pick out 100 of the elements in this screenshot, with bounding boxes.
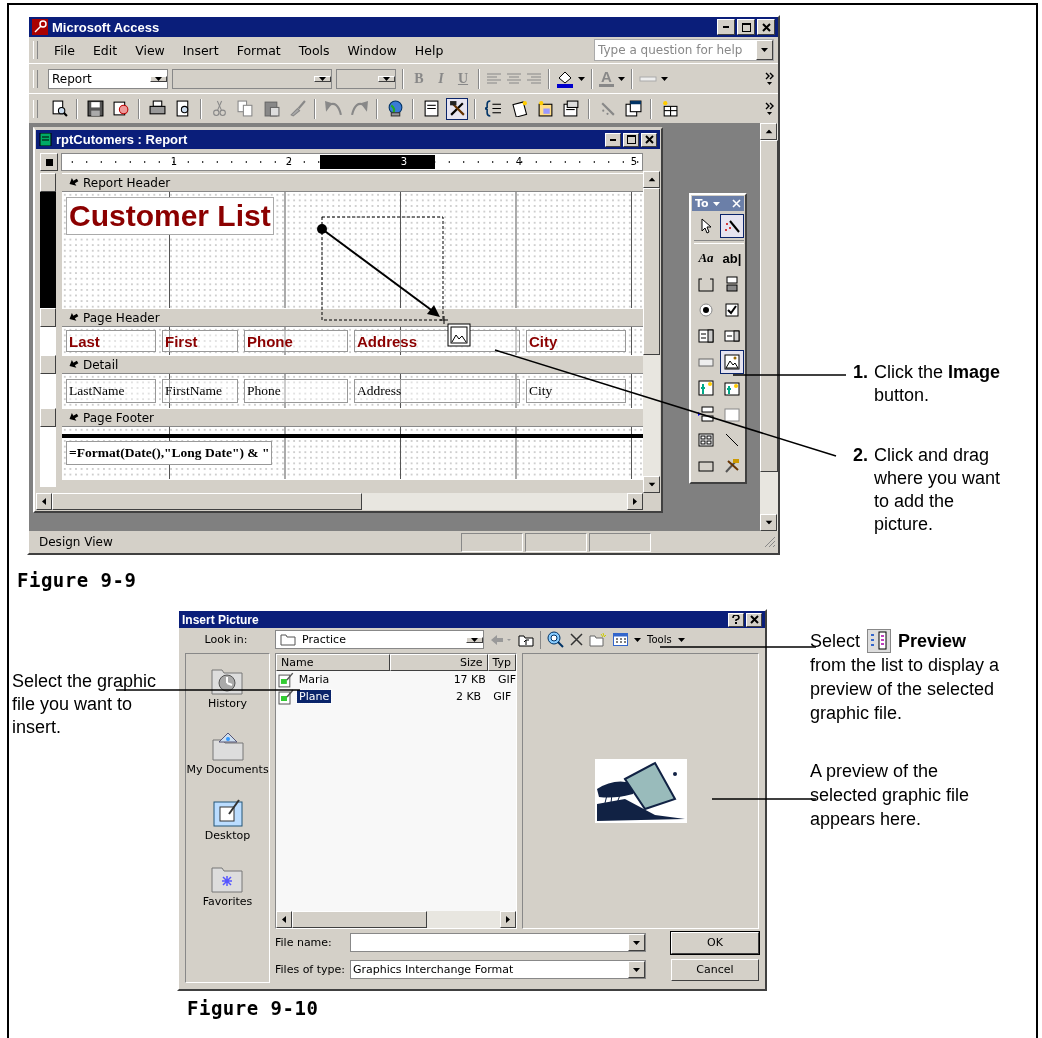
tool-button[interactable]: Aa [694, 246, 718, 270]
menu-item[interactable]: Tools [290, 40, 338, 60]
field-textbox[interactable]: Phone [244, 379, 348, 403]
toolbar-grip[interactable] [33, 99, 38, 118]
menu-item[interactable]: Format [228, 40, 289, 60]
more-tools-icon [724, 458, 740, 474]
question-mark-icon [732, 615, 740, 624]
tool-button[interactable]: ab| [720, 246, 744, 270]
maximize-button[interactable] [737, 19, 755, 35]
triangle-icon [282, 916, 286, 923]
menu-item[interactable]: Insert [174, 40, 227, 60]
places-item[interactable]: History [207, 664, 248, 710]
vertical-scrollbar[interactable] [760, 123, 778, 531]
combo-box-icon [698, 328, 714, 344]
column-label[interactable]: First [162, 330, 238, 352]
dropdown-button[interactable] [628, 961, 645, 978]
menu-item[interactable]: File [46, 40, 83, 60]
menu-item[interactable]: View [127, 40, 173, 60]
status-pane [461, 532, 523, 552]
menu-item[interactable]: Help [406, 40, 452, 60]
help-search-field[interactable]: Type a question for help [594, 39, 774, 61]
horizontal-scrollbar[interactable] [36, 493, 643, 510]
chevron-icon[interactable] [765, 71, 774, 86]
new-folder-icon[interactable] [589, 632, 607, 647]
toolbar-grip[interactable] [33, 41, 38, 59]
vertical-scrollbar[interactable] [643, 171, 660, 493]
maximize-button[interactable] [623, 132, 639, 147]
scroll-arrow-button[interactable] [276, 911, 292, 928]
caret-icon [761, 48, 768, 52]
dropdown-button[interactable] [378, 75, 395, 82]
minimize-icon [610, 138, 616, 141]
scroll-arrow-button[interactable] [627, 493, 643, 510]
views-list-icon [867, 629, 892, 653]
window-title: Microsoft Access [52, 19, 160, 35]
minimize-button[interactable] [605, 132, 621, 147]
minimize-button[interactable] [717, 19, 735, 35]
ok-button[interactable]: OK [671, 931, 759, 954]
look-in-combo-box[interactable]: Practice [275, 630, 484, 649]
paint-bucket-icon[interactable] [556, 69, 574, 88]
report-selector[interactable] [40, 153, 58, 171]
column-label[interactable]: Phone [244, 330, 348, 352]
horizontal-scrollbar[interactable] [276, 911, 516, 928]
close-button[interactable] [746, 612, 762, 627]
close-icon[interactable] [732, 199, 741, 208]
column-label[interactable]: Address [354, 330, 520, 352]
menu-item[interactable]: Window [339, 40, 405, 60]
tab-control-icon [724, 406, 740, 422]
places-item[interactable]: Favorites [202, 862, 253, 908]
views-list-icon[interactable] [613, 633, 628, 646]
file-name-field[interactable] [350, 933, 646, 952]
help-button[interactable] [728, 612, 744, 627]
section-bar[interactable]: Page Header [62, 308, 643, 327]
column-header[interactable]: Size [390, 654, 488, 671]
dropdown-button[interactable] [628, 934, 645, 951]
column-label[interactable]: Last [66, 330, 156, 352]
scroll-arrow-button[interactable] [643, 476, 660, 493]
dropdown-button[interactable] [150, 75, 167, 82]
toolbar-grip[interactable] [33, 69, 38, 88]
expression-textbox[interactable]: =Format(Date(),"Long Date") & " [66, 441, 273, 465]
ruler-number: 3 [399, 155, 407, 169]
column-header[interactable]: Typ [487, 654, 516, 671]
triangle-icon [765, 520, 772, 525]
places-item[interactable]: My Documents [186, 730, 269, 776]
file-type-combo-box[interactable]: Graphics Interchange Format [350, 960, 646, 979]
scroll-arrow-button[interactable] [500, 911, 516, 928]
scroll-arrow-button[interactable] [36, 493, 52, 510]
field-textbox[interactable]: FirstName [162, 379, 238, 403]
section-bar[interactable]: Page Footer [62, 408, 643, 427]
caret-icon [712, 201, 720, 206]
column-label[interactable]: City [526, 330, 626, 352]
places-item[interactable]: Desktop [204, 796, 251, 842]
field-textbox[interactable]: Address [354, 379, 520, 403]
web-search-icon[interactable] [547, 631, 564, 648]
scroll-arrow-button[interactable] [643, 171, 660, 188]
scroll-arrow-button[interactable] [760, 514, 777, 531]
chevron-icon[interactable] [765, 101, 774, 116]
field-textbox[interactable]: City [526, 379, 626, 403]
menu-item[interactable]: Edit [84, 40, 126, 60]
file-row[interactable]: Maria 17 KB GIF [276, 671, 516, 688]
size-combo-box[interactable] [336, 68, 396, 89]
up-folder-icon[interactable] [518, 632, 534, 647]
cancel-button[interactable]: Cancel [671, 958, 759, 981]
dropdown-button[interactable] [466, 636, 483, 643]
field-textbox[interactable]: LastName [66, 379, 156, 403]
tools-menu-button[interactable]: Tools [647, 634, 672, 645]
file-row[interactable]: Plane 2 KB GIF [276, 688, 516, 705]
section-bar[interactable]: Report Header [62, 173, 643, 192]
report-title-label[interactable]: Customer List [66, 197, 274, 235]
section-arrow-icon [68, 359, 79, 370]
braces-list-icon [484, 100, 502, 117]
dropdown-button[interactable] [756, 40, 773, 60]
close-button[interactable] [641, 132, 657, 147]
resize-grip-icon[interactable] [764, 536, 776, 548]
scroll-arrow-button[interactable] [760, 123, 777, 140]
close-button[interactable] [757, 19, 775, 35]
caret-icon [634, 637, 641, 642]
close-icon [761, 22, 771, 32]
column-header[interactable]: Name [276, 654, 391, 671]
section-bar[interactable]: Detail [62, 355, 643, 374]
delete-icon[interactable] [570, 633, 583, 646]
